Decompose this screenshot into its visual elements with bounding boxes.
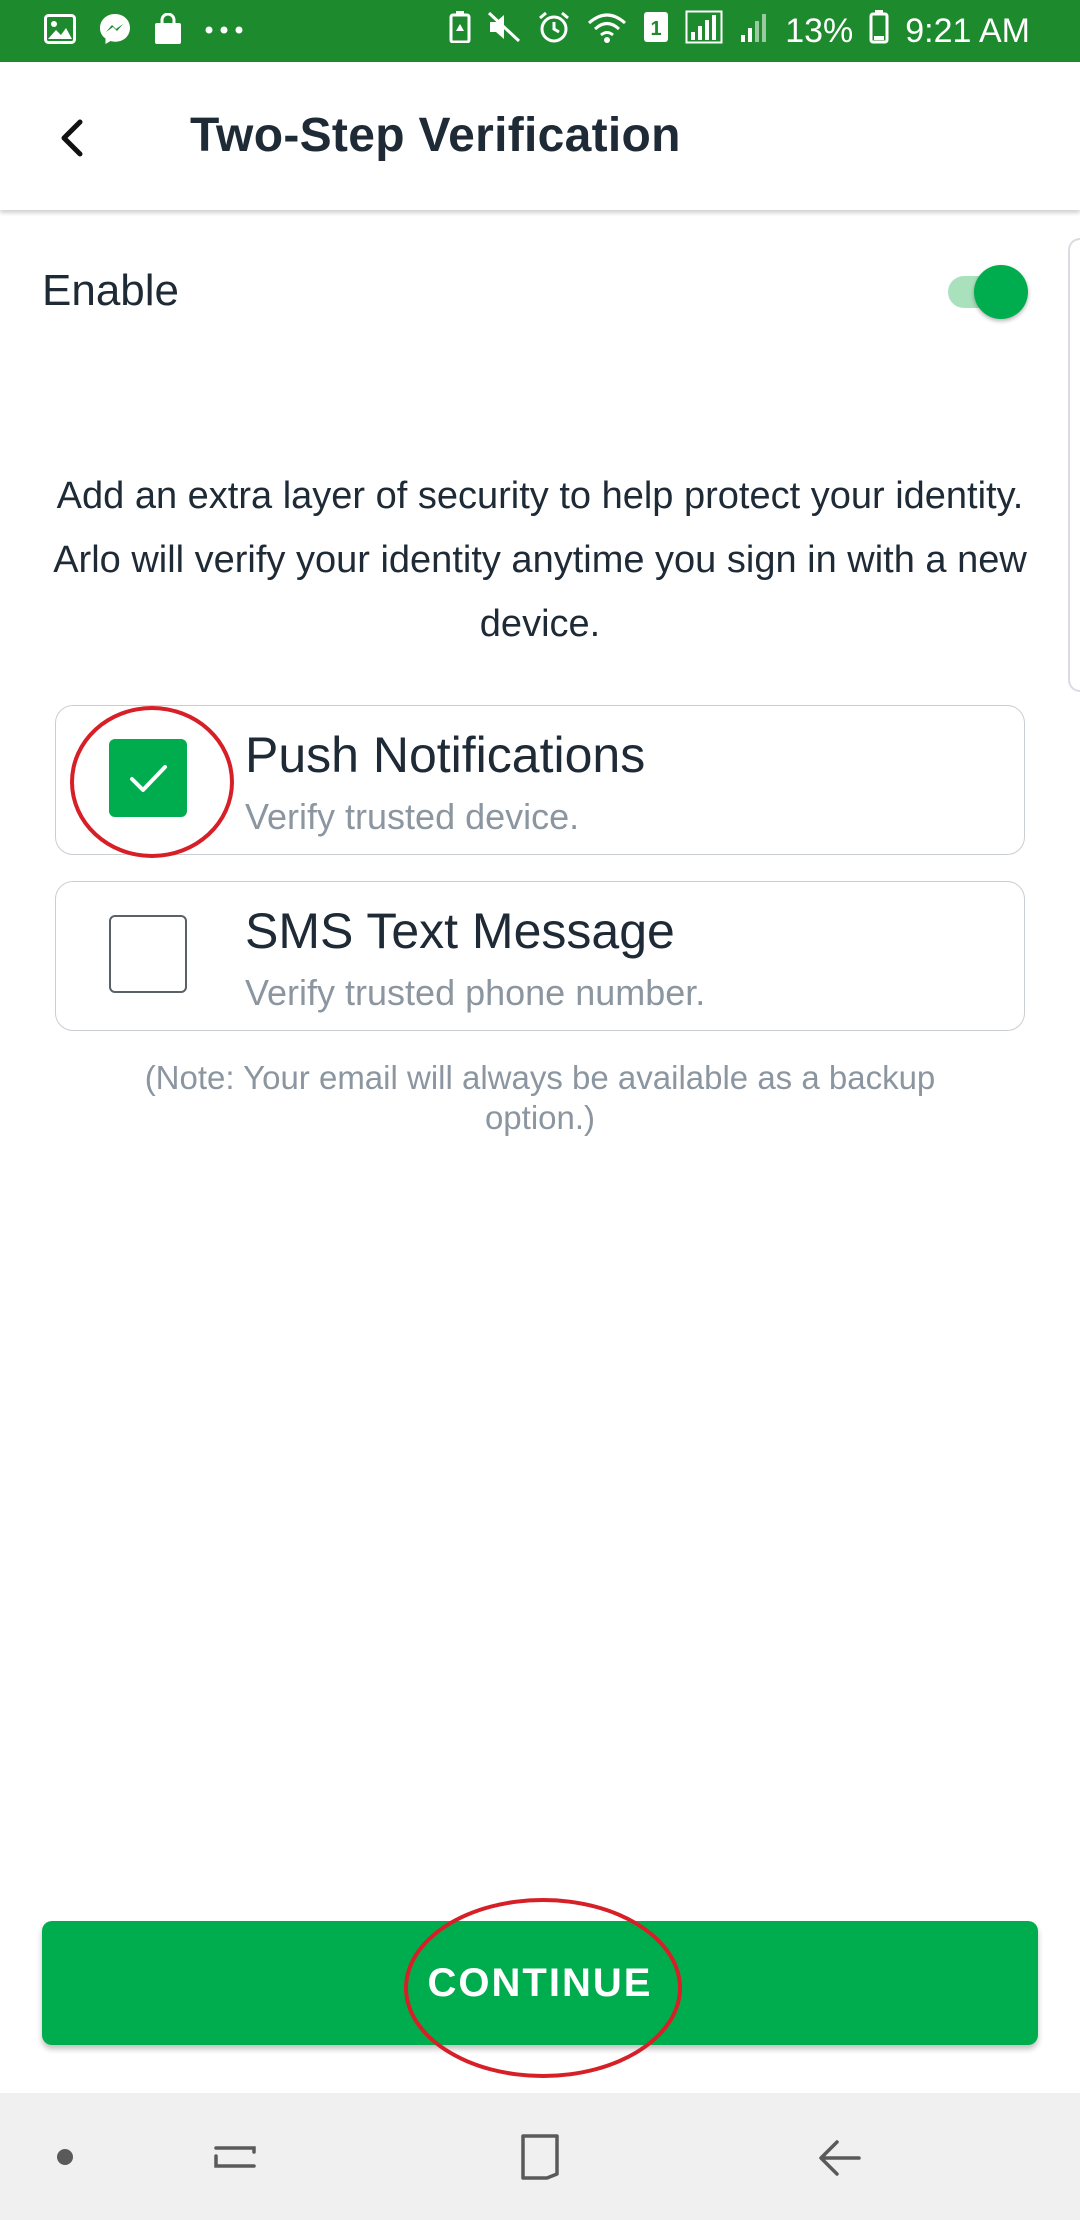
status-bar: 1 13% 9:21 AM — [0, 0, 1080, 62]
page-title: Two-Step Verification — [190, 109, 681, 162]
mute-icon — [487, 11, 521, 52]
sim-1-icon: 1 — [643, 11, 669, 52]
continue-button[interactable]: CONTINUE — [42, 1921, 1038, 2045]
push-notifications-checkbox[interactable] — [109, 739, 187, 817]
chevron-left-icon — [61, 119, 83, 157]
dot-icon[interactable] — [30, 2093, 100, 2220]
option-push-notifications[interactable]: Push Notifications Verify trusted device… — [55, 705, 1025, 855]
app-bar: Two-Step Verification — [0, 62, 1080, 210]
enable-toggle[interactable] — [944, 262, 1030, 322]
sim-number: 1 — [651, 18, 662, 40]
backup-note: (Note: Your email will always be availab… — [144, 1059, 936, 1136]
sms-text-message-checkbox[interactable] — [109, 915, 187, 993]
option-title: SMS Text Message — [245, 903, 675, 959]
messenger-icon — [98, 12, 132, 51]
battery-icon — [869, 9, 889, 53]
recents-icon[interactable] — [190, 2093, 280, 2220]
option-title: Push Notifications — [245, 727, 646, 783]
shopping-bag-icon — [154, 12, 182, 50]
option-subtitle: Verify trusted device. — [245, 796, 580, 837]
gallery-icon — [44, 13, 76, 49]
option-subtitle: Verify trusted phone number. — [245, 972, 706, 1013]
enable-label: Enable — [42, 266, 180, 315]
back-button[interactable] — [40, 106, 104, 170]
wifi-icon — [587, 11, 627, 52]
status-bar-right: 1 13% 9:21 AM — [449, 0, 1030, 62]
home-icon[interactable] — [490, 2093, 590, 2220]
scroll-edge-indicator — [1068, 238, 1080, 692]
navigation-bar — [0, 2093, 1080, 2220]
status-bar-left — [44, 0, 244, 62]
option-sms-text-message[interactable]: SMS Text Message Verify trusted phone nu… — [55, 881, 1025, 1031]
checkmark-icon — [130, 765, 167, 792]
battery-percent: 13% — [785, 11, 854, 50]
clock: 9:21 AM — [905, 11, 1030, 50]
toggle-knob — [974, 265, 1028, 319]
more-dots-icon — [204, 22, 244, 40]
back-arrow-icon[interactable] — [790, 2093, 890, 2220]
signal-2-icon — [739, 11, 769, 52]
signal-icon — [685, 10, 723, 53]
battery-saver-icon — [449, 10, 471, 52]
alarm-icon — [537, 10, 571, 53]
description-text: Add an extra layer of security to help p… — [53, 475, 1027, 645]
